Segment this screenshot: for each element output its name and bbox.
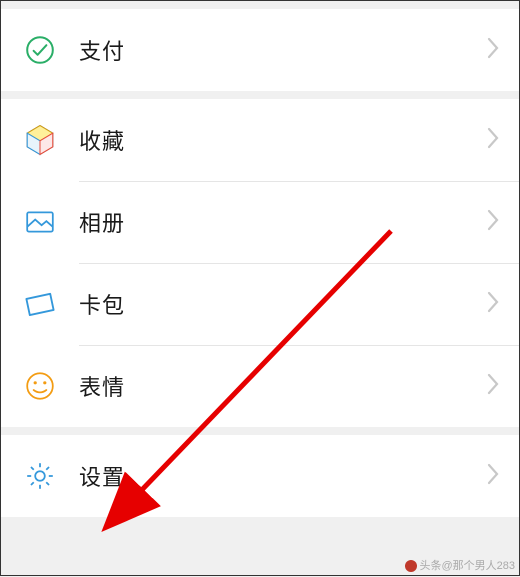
row-settings[interactable]: 设置: [1, 435, 519, 517]
row-label: 支付: [79, 34, 487, 66]
settings-icon: [23, 459, 57, 493]
row-label: 表情: [79, 370, 487, 402]
row-label: 收藏: [79, 124, 487, 156]
album-icon: [23, 205, 57, 239]
favorites-icon: [23, 123, 57, 157]
section-pay: 支付: [1, 9, 519, 91]
row-card[interactable]: 卡包: [1, 263, 519, 345]
section-settings: 设置: [1, 435, 519, 517]
pay-icon: [23, 33, 57, 67]
chevron-right-icon: [487, 291, 499, 318]
section-main: 收藏 相册 卡包: [1, 99, 519, 427]
chevron-right-icon: [487, 463, 499, 490]
emoji-icon: [23, 369, 57, 403]
chevron-right-icon: [487, 37, 499, 64]
row-album[interactable]: 相册: [1, 181, 519, 263]
card-icon: [23, 287, 57, 321]
watermark-avatar: [405, 560, 417, 572]
row-favorites[interactable]: 收藏: [1, 99, 519, 181]
watermark: 头条@那个男人283: [405, 557, 515, 573]
row-pay[interactable]: 支付: [1, 9, 519, 91]
watermark-text: 头条@那个男人283: [419, 560, 515, 572]
chevron-right-icon: [487, 373, 499, 400]
row-label: 相册: [79, 206, 487, 238]
row-label: 卡包: [79, 288, 487, 320]
row-label: 设置: [79, 460, 487, 492]
chevron-right-icon: [487, 127, 499, 154]
row-emoji[interactable]: 表情: [1, 345, 519, 427]
chevron-right-icon: [487, 209, 499, 236]
